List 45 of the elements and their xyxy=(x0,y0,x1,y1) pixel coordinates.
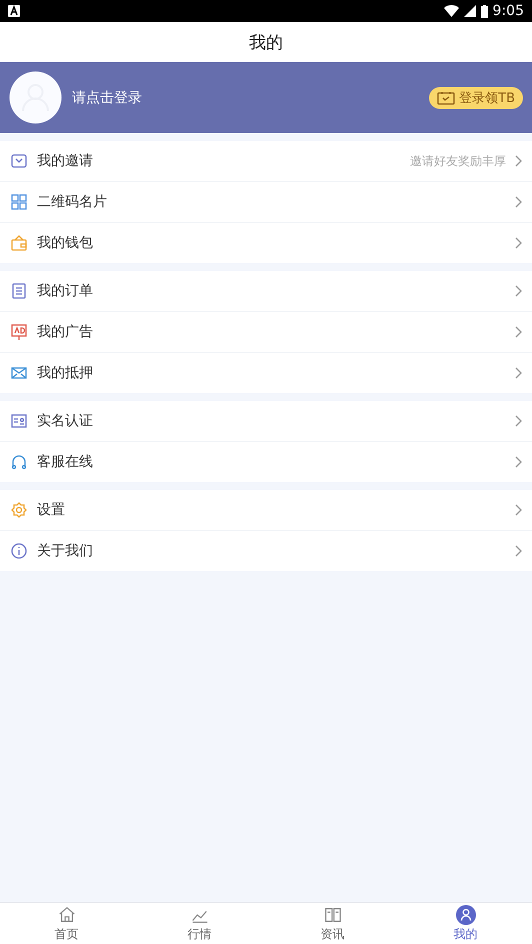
qr-code-icon xyxy=(10,193,28,211)
chevron-right-icon xyxy=(515,237,523,249)
menu-hint: 邀请好友奖励丰厚 xyxy=(410,152,506,170)
chevron-right-icon xyxy=(515,545,523,557)
menu-item[interactable]: 我的抵押 xyxy=(37,364,506,382)
clipboard-icon xyxy=(10,282,28,300)
menu-item[interactable]: 关于我们 xyxy=(37,542,506,560)
wifi-icon xyxy=(444,5,459,17)
user-icon xyxy=(456,904,476,924)
chevron-right-icon xyxy=(515,456,523,468)
ad-sign-icon xyxy=(10,323,28,341)
menu-item[interactable]: 我的钱包 xyxy=(37,234,506,252)
status-time: 9:05 xyxy=(492,3,524,19)
id-card-icon xyxy=(10,412,28,430)
login-prompt[interactable]: 请点击登录 xyxy=(72,88,420,106)
chevron-right-icon xyxy=(515,326,523,338)
chevron-right-icon xyxy=(515,285,523,297)
page-title: 我的 xyxy=(249,32,283,54)
tab[interactable]: 我的 xyxy=(454,926,478,942)
headset-icon xyxy=(10,453,28,471)
tab[interactable]: 行情 xyxy=(188,926,212,942)
menu-item[interactable]: 设置 xyxy=(37,501,506,519)
menu-item[interactable]: 二维码名片 xyxy=(37,193,506,211)
chevron-right-icon xyxy=(515,415,523,427)
battery-icon xyxy=(480,4,488,18)
avatar-icon[interactable] xyxy=(9,71,62,124)
home-icon xyxy=(56,904,76,924)
signal-icon xyxy=(464,5,476,17)
menu-item[interactable]: 实名认证 xyxy=(37,412,506,430)
calendar-check-icon xyxy=(437,90,456,104)
info-icon xyxy=(10,542,28,560)
notification-icon xyxy=(8,5,20,17)
chevron-right-icon xyxy=(515,155,523,167)
tab[interactable]: 首页 xyxy=(54,926,78,942)
menu-item[interactable]: 客服在线 xyxy=(37,453,506,471)
menu-item[interactable]: 我的广告 xyxy=(37,323,506,341)
wallet-icon xyxy=(10,234,28,252)
tab[interactable]: 资讯 xyxy=(320,926,344,942)
gear-icon xyxy=(10,501,28,519)
chevron-right-icon xyxy=(515,196,523,208)
menu-item[interactable]: 我的邀请 xyxy=(37,152,401,170)
chevron-right-icon xyxy=(515,367,523,379)
reward-button[interactable]: 登录领TB xyxy=(429,86,523,108)
chevron-right-icon xyxy=(515,504,523,516)
menu-item[interactable]: 我的订单 xyxy=(37,282,506,300)
